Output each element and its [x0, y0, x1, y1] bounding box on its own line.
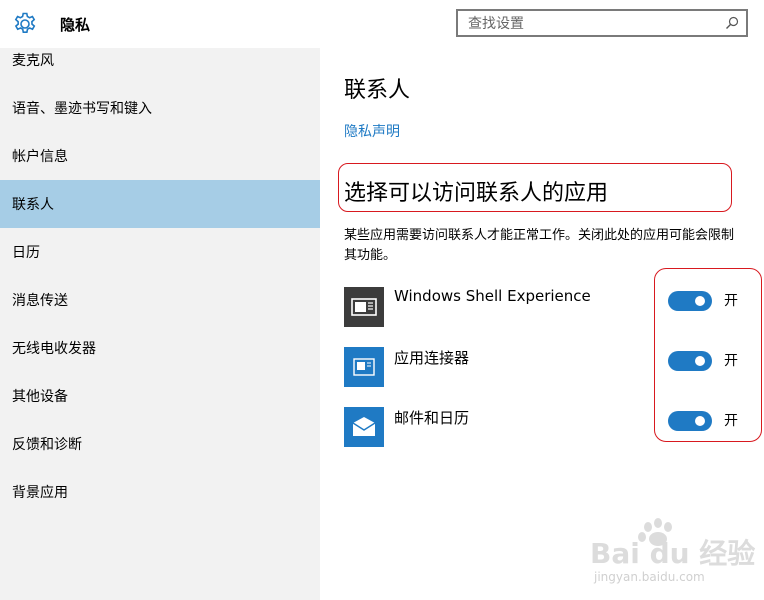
annotation-box-toggles — [654, 268, 762, 442]
sidebar-item-label: 联系人 — [12, 197, 54, 213]
app-name: Windows Shell Experience — [394, 287, 591, 305]
main-content: 联系人 隐私声明 选择可以访问联系人的应用 某些应用需要访问联系人才能正常工作。… — [320, 48, 764, 600]
search-icon[interactable] — [724, 15, 740, 31]
sidebar-item-microphone[interactable]: 麦克风 — [0, 36, 320, 84]
gear-icon[interactable] — [12, 11, 38, 37]
sidebar-item-other-devices[interactable]: 其他设备 — [0, 372, 320, 420]
sidebar-item-label: 消息传送 — [12, 293, 68, 309]
sidebar-item-label: 帐户信息 — [12, 149, 68, 165]
sidebar-item-label: 背景应用 — [12, 485, 68, 501]
sidebar-item-contacts[interactable]: 联系人 — [0, 180, 320, 228]
page-header-title: 隐私 — [60, 16, 91, 34]
search-box[interactable] — [456, 9, 748, 37]
sidebar-item-background-apps[interactable]: 背景应用 — [0, 468, 320, 516]
sidebar-item-label: 麦克风 — [12, 53, 54, 69]
search-input[interactable] — [466, 13, 720, 35]
page-title: 联系人 — [344, 78, 411, 103]
mail-calendar-icon — [344, 407, 384, 447]
sidebar: 麦克风 语音、墨迹书写和键入 帐户信息 联系人 日历 消息传送 无线电收发器 其… — [0, 48, 320, 600]
sidebar-item-messaging[interactable]: 消息传送 — [0, 276, 320, 324]
section-description: 某些应用需要访问联系人才能正常工作。关闭此处的应用可能会限制其功能。 — [344, 228, 735, 263]
app-name: 邮件和日历 — [394, 409, 470, 427]
sidebar-item-label: 反馈和诊断 — [12, 437, 82, 453]
sidebar-item-account-info[interactable]: 帐户信息 — [0, 132, 320, 180]
shell-experience-icon — [344, 287, 384, 327]
sidebar-item-label: 无线电收发器 — [12, 341, 96, 357]
section-title: 选择可以访问联系人的应用 — [344, 181, 609, 206]
sidebar-item-radios[interactable]: 无线电收发器 — [0, 324, 320, 372]
sidebar-item-calendar[interactable]: 日历 — [0, 228, 320, 276]
sidebar-item-label: 日历 — [12, 245, 40, 261]
privacy-statement-link[interactable]: 隐私声明 — [344, 121, 400, 141]
app-name: 应用连接器 — [394, 349, 470, 367]
settings-window: 隐私 麦克风 语音、墨迹书写和键入 帐户信息 联系人 日历 消息传送 — [0, 0, 764, 600]
app-connector-icon — [344, 347, 384, 387]
sidebar-item-label: 语音、墨迹书写和键入 — [12, 101, 152, 117]
sidebar-item-speech-inking[interactable]: 语音、墨迹书写和键入 — [0, 84, 320, 132]
sidebar-item-label: 其他设备 — [12, 389, 68, 405]
sidebar-item-feedback-diagnostics[interactable]: 反馈和诊断 — [0, 420, 320, 468]
